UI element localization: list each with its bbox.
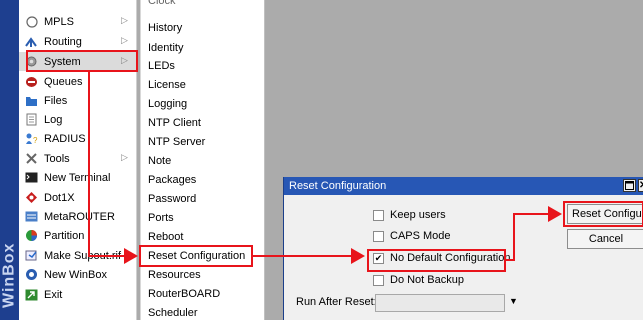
submenu-item-note[interactable]: Note: [141, 151, 266, 170]
menu-item-label: New WinBox: [44, 268, 107, 281]
routing-icon: [25, 35, 38, 48]
submenu-item-partial[interactable]: Clock: [141, 0, 266, 10]
run-after-reset-label: Run After Reset:: [296, 296, 377, 308]
menu-item-label: Queues: [44, 75, 83, 88]
submenu-arrow-icon: ▷: [121, 35, 128, 45]
tools-icon: [25, 152, 38, 165]
gear-icon: [25, 55, 38, 68]
maximize-button[interactable]: [623, 179, 636, 192]
submenu-item-resources[interactable]: Resources: [141, 265, 266, 284]
submenu-item-leds[interactable]: LEDs: [141, 56, 266, 75]
menu-item-label: Log: [44, 113, 63, 126]
svg-text:?: ?: [33, 136, 38, 145]
keep-users-label: Keep users: [390, 209, 446, 221]
menu-item-exit[interactable]: Exit: [19, 285, 137, 304]
menu-item-label: RADIUS: [44, 132, 86, 145]
system-submenu: Clock History Identity LEDs License Logg…: [140, 0, 265, 320]
no-default-configuration-option[interactable]: ✔ No Default Configuration: [373, 252, 510, 264]
do-not-backup-option[interactable]: Do Not Backup: [373, 274, 464, 286]
menu-item-log[interactable]: Log: [19, 110, 137, 129]
dialog-title-bar[interactable]: Reset Configuration: [284, 177, 643, 195]
submenu-item-password[interactable]: Password: [141, 189, 266, 208]
partition-icon: [25, 229, 38, 242]
exit-icon: [25, 288, 38, 301]
menu-item-mpls[interactable]: MPLS ▷: [19, 12, 137, 31]
menu-item-label: Tools: [44, 152, 70, 165]
folder-icon: [25, 94, 38, 107]
main-menu: MPLS ▷ Routing ▷ System ▷ Queues Files L…: [19, 0, 137, 320]
cancel-button[interactable]: Cancel: [567, 229, 643, 249]
menu-item-label: Dot1X: [44, 191, 75, 204]
caps-mode-checkbox[interactable]: [373, 230, 384, 242]
menu-item-tools[interactable]: Tools ▷: [19, 149, 137, 168]
menu-item-label: MPLS: [44, 15, 74, 28]
reset-configuration-button[interactable]: Reset Configuration: [567, 204, 643, 224]
menu-item-new-terminal[interactable]: New Terminal: [19, 168, 137, 187]
terminal-icon: [25, 171, 38, 184]
menu-item-label: Exit: [44, 288, 63, 301]
submenu-item-ports[interactable]: Ports: [141, 208, 266, 227]
winbox-icon: [25, 268, 38, 281]
caps-mode-label: CAPS Mode: [390, 230, 451, 242]
submenu-item-routerboard[interactable]: RouterBOARD: [141, 284, 266, 303]
dropdown-arrow-icon[interactable]: ▼: [509, 296, 519, 308]
submenu-item-packages[interactable]: Packages: [141, 170, 266, 189]
do-not-backup-checkbox[interactable]: [373, 274, 384, 286]
reset-configuration-dialog: Reset Configuration ✕ Keep users CAPS Mo…: [283, 177, 643, 320]
no-default-configuration-label: No Default Configuration: [390, 252, 511, 264]
menu-item-queues[interactable]: Queues: [19, 72, 137, 91]
menu-item-partition[interactable]: Partition: [19, 226, 137, 245]
menu-item-make-supout[interactable]: Make Supout.rif: [19, 246, 137, 265]
menu-item-label: MetaROUTER: [44, 210, 115, 223]
metarouter-icon: [25, 210, 38, 223]
menu-item-new-winbox[interactable]: New WinBox: [19, 265, 137, 284]
submenu-item-ntp-server[interactable]: NTP Server: [141, 132, 266, 151]
do-not-backup-label: Do Not Backup: [390, 274, 464, 286]
run-after-reset-field[interactable]: [375, 294, 505, 312]
winbox-brand-strip: WinBox: [0, 0, 19, 320]
menu-item-files[interactable]: Files: [19, 91, 137, 110]
radius-icon: ?: [25, 132, 38, 145]
submenu-item-ntp-client[interactable]: NTP Client: [141, 113, 266, 132]
winbox-brand-text: WinBox: [0, 242, 18, 308]
keep-users-option[interactable]: Keep users: [373, 209, 446, 221]
submenu-item-logging[interactable]: Logging: [141, 94, 266, 113]
mpls-icon: [25, 15, 38, 28]
queues-icon: [25, 75, 38, 88]
menu-item-label: Partition: [44, 229, 85, 242]
submenu-arrow-icon: ▷: [121, 55, 128, 65]
submenu-item-reboot[interactable]: Reboot: [141, 227, 266, 246]
submenu-item-license[interactable]: License: [141, 75, 266, 94]
submenu-arrow-icon: ▷: [121, 152, 128, 162]
menu-item-label: Make Supout.rif: [44, 249, 122, 262]
supout-icon: [25, 249, 38, 262]
submenu-item-reset-configuration[interactable]: Reset Configuration: [141, 246, 266, 265]
menu-item-label: New Terminal: [44, 171, 111, 184]
submenu-arrow-icon: ▷: [121, 15, 128, 25]
keep-users-checkbox[interactable]: [373, 209, 384, 221]
dialog-title: Reset Configuration: [289, 180, 387, 192]
log-icon: [25, 113, 38, 126]
menu-item-routing[interactable]: Routing ▷: [19, 32, 137, 51]
caps-mode-option[interactable]: CAPS Mode: [373, 230, 451, 242]
menu-item-label: Routing: [44, 35, 82, 48]
menu-item-radius[interactable]: ? RADIUS: [19, 129, 137, 148]
menu-item-dot1x[interactable]: Dot1X: [19, 188, 137, 207]
menu-item-metarouter[interactable]: MetaROUTER: [19, 207, 137, 226]
menu-item-system[interactable]: System ▷: [19, 52, 137, 71]
menu-item-label: Files: [44, 94, 68, 107]
no-default-configuration-checkbox[interactable]: ✔: [373, 252, 384, 264]
submenu-item-scheduler[interactable]: Scheduler: [141, 303, 266, 320]
submenu-item-history[interactable]: History: [141, 18, 266, 37]
menu-item-label: System: [44, 55, 81, 68]
submenu-item-identity[interactable]: Identity: [141, 38, 266, 57]
close-icon[interactable]: ✕: [638, 179, 643, 192]
dot1x-icon: [25, 191, 38, 204]
